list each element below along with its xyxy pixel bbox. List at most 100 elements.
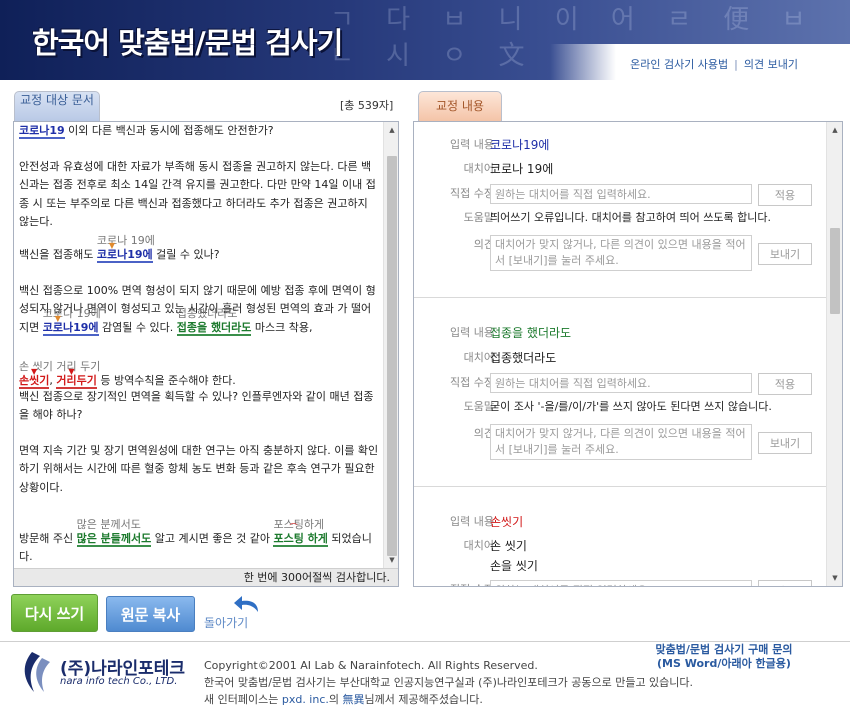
credit-suffix: 님께서 제공해주셨습니다. <box>364 693 483 706</box>
replacement-option[interactable]: 코로나 19에 <box>490 159 553 179</box>
doc-paragraph: 백신 접종으로 100% 면역 형성이 되지 않기 때문에 예방 접종 후에 면… <box>19 282 381 337</box>
doc-text: 이외 다른 백신과 동시에 접종해도 안전한가? <box>64 124 274 137</box>
corrections-panel: 입력 내용코로나19에 대치어코로나 19에 직접 수정적용 도움말띄어쓰기 오… <box>413 121 843 587</box>
tab-corrections[interactable]: 교정 내용 <box>418 91 502 121</box>
correction-card: 입력 내용코로나19에 대치어코로나 19에 직접 수정적용 도움말띄어쓰기 오… <box>414 122 826 298</box>
char-count: [총 539자] <box>340 99 394 112</box>
suggestion-caret-icon: ▼ <box>68 367 75 376</box>
logo-english: nara info tech Co., LTD. <box>60 676 178 687</box>
doc-text: 감염될 수 있다. <box>98 320 177 334</box>
error-highlight[interactable]: 손 씻기 ▼ 손씻기 <box>19 360 53 389</box>
input-label: 입력 내용 <box>450 515 494 528</box>
doc-line: 코로나19 이외 다른 백신과 동시에 접종해도 안전한가? <box>19 122 274 140</box>
help-text: 띄어쓰기 오류입니다. 대치어를 참고하여 띄어 쓰도록 합니다. <box>490 211 771 224</box>
link-separator: | <box>734 58 738 71</box>
suggestion-label: 코로나 19에 <box>42 306 101 320</box>
suggestion-label: 많은 분께서도 <box>76 518 141 531</box>
document-scrollbar[interactable]: ▲ ▼ <box>383 122 398 568</box>
suggestion-label: 접종했더라도 <box>176 306 238 320</box>
doc-text: 마스크 착용, <box>251 320 313 334</box>
scroll-down-icon[interactable]: ▼ <box>384 552 398 568</box>
opinion-textarea[interactable] <box>490 424 752 460</box>
input-value: 코로나19에 <box>490 138 550 152</box>
correction-card: 입력 내용손씻기 대치어손 씻기 손을 씻기 직접 수정적용 <box>414 500 826 586</box>
direct-edit-label: 직접 수정 <box>450 580 494 586</box>
error-highlight[interactable]: 많은 분께서도 많은 분들께서도 <box>76 518 152 547</box>
direct-edit-input[interactable] <box>490 184 752 204</box>
tab-target-document[interactable]: 교정 대상 문서 <box>14 91 100 121</box>
suggestion-caret-icon: ▼ <box>31 367 38 376</box>
help-text: 굳이 조사 '-을/를/이/가'를 쓰지 않아도 된다면 쓰지 않습니다. <box>490 400 772 413</box>
footer-divider <box>0 641 850 642</box>
doc-text: 백신을 접종해도 <box>19 248 97 261</box>
apply-button[interactable]: 적용 <box>758 580 812 586</box>
correction-card: 입력 내용접종을 했더라도 대치어접종했더라도 직접 수정적용 도움말굳이 조사… <box>414 311 826 487</box>
purchase-inquiry-link[interactable]: 맞춤법/문법 검사기 구매 문의 (MS Word/아래아 한글용) <box>648 643 800 671</box>
input-value: 접종을 했더라도 <box>490 326 572 340</box>
send-button[interactable]: 보내기 <box>758 432 812 454</box>
replacement-option[interactable]: 접종했더라도 <box>490 348 556 368</box>
company-logo: (주)나라인포테크 nara info tech Co., LTD. <box>18 648 188 698</box>
error-highlight[interactable]: 거리 두기 ▼ 거리두기 <box>56 360 100 389</box>
send-button[interactable]: 보내기 <box>758 243 812 265</box>
direct-edit-input[interactable] <box>490 373 752 393</box>
usage-guide-link[interactable]: 온라인 검사기 사용법 <box>630 58 728 71</box>
scroll-up-icon[interactable]: ▲ <box>827 122 842 138</box>
purchase-line-2: (MS Word/아래아 한글용) <box>657 657 791 670</box>
scroll-up-icon[interactable]: ▲ <box>384 122 398 138</box>
error-highlight[interactable]: 접종했더라도 접종을 했더라도 <box>176 307 252 336</box>
designer-link[interactable]: 無異 <box>343 693 365 706</box>
replacement-option[interactable]: 손 씻기 <box>490 536 527 556</box>
suggestion-label: 포스팅하게 <box>273 518 325 531</box>
apply-button[interactable]: 적용 <box>758 373 812 395</box>
word-limit-note: 한 번에 300어절씩 검사합니다. <box>14 568 398 586</box>
doc-text: 알고 계시면 좋은 것 같아 <box>151 532 274 545</box>
header-links: 온라인 검사기 사용법 | 의견 보내기 <box>630 56 798 72</box>
suggestion-label: 코로나 19에 <box>96 234 155 247</box>
doc-paragraph: 안전성과 유효성에 대한 자료가 부족해 동시 접종을 권고하지 않는다. 다른… <box>19 160 376 228</box>
doc-line: 백신을 접종해도 코로나 19에 ▼ 코로나19에 걸릴 수 있나? <box>19 234 220 264</box>
credit-prefix: 새 인터페이스는 <box>204 693 282 706</box>
doc-paragraph: 백신 접종으로 장기적인 면역을 획득할 수 있나? 인플루엔자와 같이 매년 … <box>19 390 374 422</box>
footer-info: Copyright©2001 AI Lab & Narainfotech. Al… <box>204 657 693 708</box>
direct-edit-label: 직접 수정 <box>450 376 494 389</box>
spell-checker-app: ㄱ 다 ㅂ 니 이 어 ㄹ 便 ㅂ ㄴ 시 ㅇ 文 한국어 맞춤법/문법 검사기… <box>0 0 850 712</box>
doc-paragraph: 면역 지속 기간 및 장기 면역원성에 대한 연구는 아직 충분하지 않다. 이… <box>19 444 379 494</box>
copy-original-button[interactable]: 원문 복사 <box>106 596 195 632</box>
direct-edit-input[interactable] <box>490 580 752 586</box>
error-highlight[interactable]: 코로나 19에 ▼ 코로나19에 <box>42 307 101 336</box>
document-panel: 코로나19 이외 다른 백신과 동시에 접종해도 안전한가? 안전성과 유효성에… <box>13 121 399 587</box>
spacing-mark-icon: ⌒ <box>289 523 298 532</box>
doc-text: 방문해 주신 <box>19 532 77 545</box>
purchase-line-1: 맞춤법/문법 검사기 구매 문의 <box>655 643 793 656</box>
direct-edit-label: 직접 수정 <box>450 187 494 200</box>
company-logo-icon <box>24 652 50 692</box>
input-label: 입력 내용 <box>450 138 494 151</box>
interface-credit: 새 인터페이스는 pxd. inc.의 無異님께서 제공해주셨습니다. <box>204 691 693 708</box>
corrections-scrollbar[interactable]: ▲ ▼ <box>826 122 842 586</box>
rewrite-button[interactable]: 다시 쓰기 <box>11 594 98 632</box>
copyright-text: Copyright©2001 AI Lab & Narainfotech. Al… <box>204 659 538 672</box>
pxd-link[interactable]: pxd. inc. <box>282 693 329 706</box>
send-feedback-link[interactable]: 의견 보내기 <box>744 58 798 71</box>
back-arrow-icon <box>234 596 258 612</box>
error-highlight[interactable]: 코로나 19에 ▼ 코로나19에 <box>96 234 155 263</box>
suggestion-label: 거리 두기 <box>56 360 101 373</box>
replacement-option[interactable]: 손을 씻기 <box>490 556 538 576</box>
header-banner: ㄱ 다 ㅂ 니 이 어 ㄹ 便 ㅂ ㄴ 시 ㅇ 文 한국어 맞춤법/문법 검사기… <box>0 0 850 80</box>
scroll-thumb[interactable] <box>830 228 840 314</box>
credit-mid: 의 <box>328 693 343 706</box>
error-highlight[interactable]: 포스팅하게 ⌒ 포스팅 하게 <box>273 518 328 547</box>
input-label: 입력 내용 <box>450 326 494 339</box>
scroll-down-icon[interactable]: ▼ <box>827 570 842 586</box>
opinion-textarea[interactable] <box>490 235 752 271</box>
doc-paragraph: 방문해 주신 많은 분께서도 많은 분들께서도 알고 계시면 좋은 것 같아 포스… <box>19 518 381 567</box>
error-highlight[interactable]: 코로나19 <box>19 124 65 139</box>
back-label: 돌아가기 <box>204 616 249 630</box>
back-button[interactable]: 돌아가기 <box>204 594 264 630</box>
scroll-thumb[interactable] <box>387 156 397 556</box>
doc-text: 걸릴 수 있나? <box>152 248 220 261</box>
app-title: 한국어 맞춤법/문법 검사기 <box>32 26 343 60</box>
apply-button[interactable]: 적용 <box>758 184 812 206</box>
doc-text: 등 방역수칙을 준수해야 한다. <box>96 374 236 387</box>
